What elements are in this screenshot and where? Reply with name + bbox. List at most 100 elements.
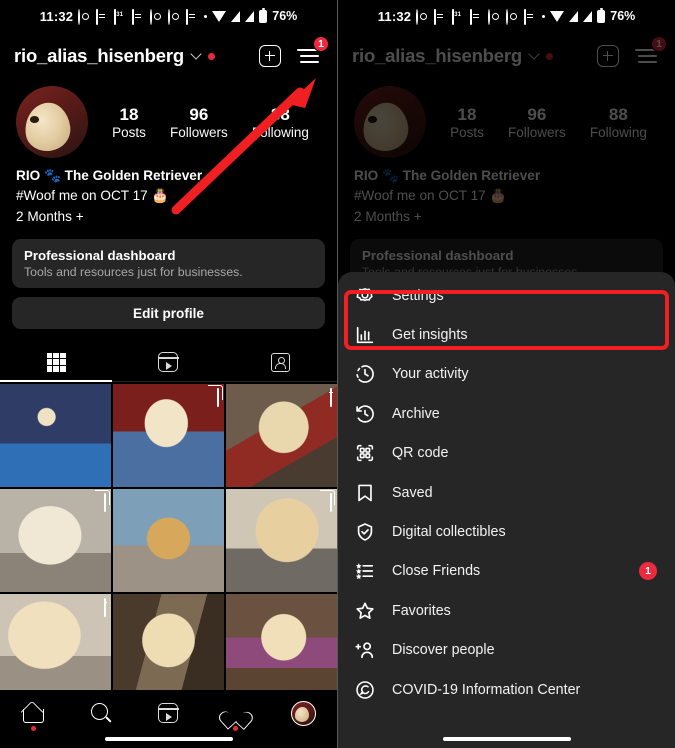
grid-item[interactable] [112,593,225,698]
chevron-down-icon[interactable] [528,48,540,60]
add-post-button[interactable] [255,41,285,71]
menu-item-discover-people[interactable]: Discover people [338,631,675,670]
instagram-icon-2 [506,8,519,25]
menu-item-covid-info[interactable]: COVID-19 Information Center [338,670,675,709]
grid-item[interactable] [225,593,337,698]
menu-item-get-insights[interactable]: Get insights [338,315,675,354]
dashboard-subtitle: Tools and resources just for businesses. [24,265,243,280]
dot-icon [204,14,208,18]
grid-item[interactable] [112,383,225,488]
dashboard-title: Professional dashboard [24,248,176,264]
menu-item-settings[interactable]: Settings [338,276,675,315]
reel-badge [330,387,332,407]
reels-tab[interactable] [112,343,224,381]
posts-label: Posts [112,125,146,141]
profile-summary: 18 Posts 96 Followers 88 Following [338,80,675,158]
reels-icon [157,352,180,373]
following-count: 88 [270,104,290,124]
profile-avatar [290,700,316,726]
stat-followers[interactable]: 96 Followers [170,104,228,140]
reels-icon [157,703,180,723]
grid-item[interactable] [225,488,337,593]
menu-item-label: Close Friends [392,563,481,580]
post-thumbnail [112,488,225,593]
instagram-icon-2 [168,8,181,25]
posts-label: Posts [450,125,484,141]
app-header: rio_alias_hisenberg 1 [338,32,675,80]
menu-button[interactable]: 1 [631,36,667,71]
post-thumbnail [225,593,337,698]
grid-item[interactable] [225,383,337,488]
menu-item-digital-collectibles[interactable]: Digital collectibles [338,512,675,551]
carousel-badge [104,492,107,512]
grid-item[interactable] [0,383,112,488]
stat-following[interactable]: 88 Following [590,104,647,140]
edit-profile-button[interactable]: Edit profile [12,297,325,330]
profile-username[interactable]: rio_alias_hisenberg [352,45,522,67]
battery-icon [597,7,606,23]
signal-icon [569,10,579,22]
news-icon [96,8,109,25]
message-icon [470,8,483,25]
gear-icon [354,285,376,307]
grid-item[interactable] [0,593,112,698]
profile-username[interactable]: rio_alias_hisenberg [14,45,184,67]
calendar-icon [452,8,465,25]
menu-item-label: QR code [392,445,449,462]
menu-item-label: Digital collectibles [392,524,506,541]
grid-item[interactable] [112,488,225,593]
dot-icon [542,14,546,18]
stat-followers[interactable]: 96 Followers [508,104,566,140]
bio-line-3: 2 Months + [16,208,84,224]
account-status-dot [207,52,215,60]
calendar-icon [114,8,127,25]
add-post-button[interactable] [593,41,623,71]
profile-avatar[interactable] [16,86,88,158]
bio-line-2: #Woof me on OCT 17 🎂 [354,188,507,204]
battery-percent: 76% [272,9,298,23]
menu-item-qr-code[interactable]: QR code [338,434,675,473]
signal-icon [231,10,241,22]
nav-reels[interactable] [151,698,185,728]
qr-code-icon [354,442,376,464]
menu-item-archive[interactable]: Archive [338,394,675,433]
followers-count: 96 [527,104,547,124]
gesture-bar [442,737,571,741]
grid-item[interactable] [0,488,112,593]
tagged-icon [271,352,291,372]
bio-line-2: #Woof me on OCT 17 🎂 [16,188,169,204]
menu-item-favorites[interactable]: Favorites [338,591,675,630]
grid-tab[interactable] [0,343,113,383]
professional-dashboard-card[interactable]: Professional dashboard Tools and resourc… [12,239,325,289]
profile-avatar[interactable] [354,86,426,158]
stat-following[interactable]: 88 Following [252,104,309,140]
plus-icon [597,45,619,67]
nav-profile[interactable] [286,698,320,728]
bio-line-3: 2 Months + [354,208,422,224]
bio-display-name: RIO 🐾 The Golden Retriever [16,168,203,183]
message-icon [132,8,145,25]
carousel-badge [217,387,220,407]
tagged-tab[interactable] [225,343,337,381]
nav-search[interactable] [84,698,118,728]
nav-activity[interactable] [219,698,253,731]
nav-home[interactable] [17,698,51,731]
clock-dashed-icon [354,363,376,385]
following-label: Following [589,125,647,141]
chevron-down-icon[interactable] [190,48,202,60]
menu-item-close-friends[interactable]: Close Friends 1 [338,552,675,591]
stat-posts[interactable]: 18 Posts [450,104,484,140]
menu-item-your-activity[interactable]: Your activity [338,355,675,394]
menu-button[interactable]: 1 [293,36,329,71]
following-label: Following [251,125,309,141]
menu-item-label: Your activity [392,366,469,383]
followers-count: 96 [189,104,209,124]
stat-posts[interactable]: 18 Posts [112,104,146,140]
menu-item-saved[interactable]: Saved [338,473,675,512]
profile-tabs [0,343,337,383]
wifi-icon [212,10,227,22]
carousel-badge [330,492,332,512]
menu-item-label: Saved [392,484,433,501]
menu-badge: 1 [313,36,329,52]
news-icon [434,8,447,25]
